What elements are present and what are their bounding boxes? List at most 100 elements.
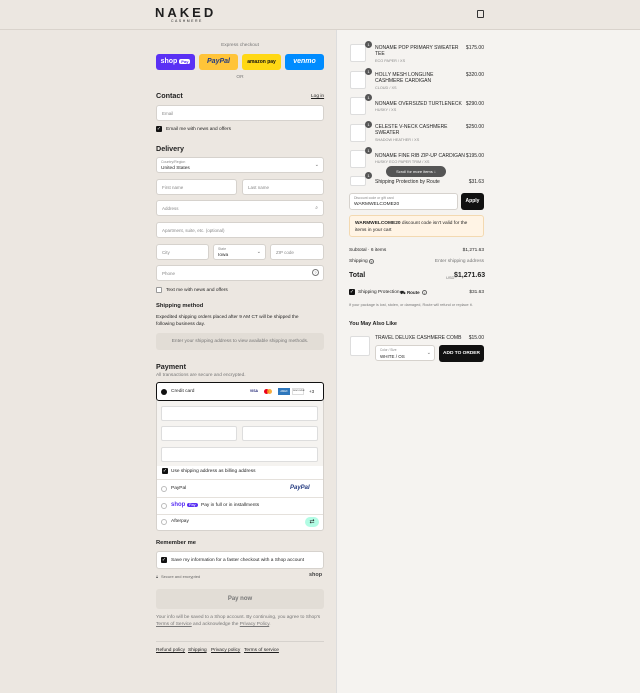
credit-card-radio[interactable]: [161, 389, 167, 395]
contact-title: Contact: [156, 91, 183, 100]
info-icon[interactable]: i: [422, 290, 427, 295]
apartment-placeholder: Apartment, suite, etc. (optional): [162, 228, 225, 233]
mastercard-yellow-circle: [267, 389, 272, 394]
apartment-field[interactable]: Apartment, suite, etc. (optional): [156, 222, 324, 238]
visa-icon: VISA: [248, 388, 260, 395]
search-icon: ⌕: [315, 205, 318, 211]
pay-now-button[interactable]: Pay now: [156, 589, 324, 609]
product-variant: CLOUD / XS: [375, 86, 397, 90]
remember-title: Remember me: [156, 540, 196, 546]
address-field[interactable]: Address ⌕: [156, 200, 324, 216]
newsletter-checkbox[interactable]: ✓: [156, 126, 162, 132]
secure-label: Secure and encrypted: [161, 574, 201, 579]
paypal-logo: PayPal: [290, 485, 310, 491]
shoppay-radio[interactable]: [161, 503, 167, 509]
sms-checkbox[interactable]: [156, 287, 162, 293]
upsell-variant-select[interactable]: Color / Size WHITE / OS ⌄: [375, 345, 435, 361]
shoppay-badge: Pay: [187, 503, 198, 507]
shipping-value: Enter shipping address: [434, 259, 484, 264]
bag-icon[interactable]: [477, 10, 484, 18]
help-icon[interactable]: ?: [369, 259, 374, 264]
shop-pay-button[interactable]: shop Pay: [156, 54, 195, 70]
discount-error-code: WARMWELCOME20: [355, 221, 401, 226]
email-field[interactable]: Email: [156, 105, 324, 121]
payment-title: Payment: [156, 362, 186, 371]
paypal-label: PayPal: [171, 486, 187, 491]
qty-badge: 1: [365, 41, 372, 48]
route-price: $31.63: [469, 290, 484, 295]
qty-badge: 1: [365, 94, 372, 101]
divider: [157, 497, 323, 498]
footer-link-shipping[interactable]: Shipping: [188, 648, 207, 653]
product-thumb: [350, 71, 366, 89]
state-label: State: [218, 247, 227, 251]
remember-checkbox[interactable]: ✓: [161, 557, 167, 563]
help-icon[interactable]: ?: [312, 269, 319, 276]
shoppay-label: Pay in full or in installments: [201, 503, 260, 508]
legal-text: Your info will be saved to a Shop accoun…: [156, 614, 324, 628]
footer-link-privacy[interactable]: Privacy policy: [211, 648, 240, 653]
email-placeholder: Email: [162, 111, 174, 116]
discount-value: WARMWELCOME20: [354, 202, 400, 207]
phone-field[interactable]: Phone?: [156, 265, 324, 281]
shipping-label: Shipping: [349, 259, 368, 264]
legal-text-after: .: [269, 622, 271, 627]
billing-checkbox[interactable]: ✓: [162, 468, 168, 474]
city-field[interactable]: City: [156, 244, 209, 260]
route-note: If your package is lost, stolen, or dama…: [349, 303, 473, 307]
country-value: United States: [161, 166, 190, 171]
discover-icon: DISCOVER: [292, 388, 304, 395]
first-name-field[interactable]: First name: [156, 179, 237, 195]
discount-field[interactable]: Discount code or gift card WARMWELCOME20: [349, 193, 458, 210]
state-select[interactable]: State Iowa ⌄: [213, 244, 266, 260]
footer-link-refund[interactable]: Refund policy: [156, 648, 185, 653]
brand-logo[interactable]: NAKED: [155, 5, 216, 20]
paypal-radio[interactable]: [161, 486, 167, 492]
sms-label: Text me with news and offers: [166, 288, 228, 293]
discount-label: Discount code or gift card: [354, 196, 394, 200]
shop-logo: shop: [309, 572, 323, 578]
route-checkbox[interactable]: ✓: [349, 289, 355, 295]
qty-badge: 1: [365, 121, 372, 128]
subtotal-value: $1,271.63: [462, 248, 484, 253]
shop-pay-badge: Pay: [179, 59, 191, 64]
city-placeholder: City: [162, 250, 170, 255]
upsell-title: You May Also Like: [349, 321, 397, 327]
upsell-thumb: [350, 336, 370, 356]
afterpay-radio[interactable]: [161, 519, 167, 525]
product-variant: HUSKY / XS: [375, 108, 397, 112]
name-on-card-field[interactable]: [161, 447, 318, 462]
afterpay-label: Afterpay: [171, 519, 189, 524]
add-to-order-button[interactable]: ADD TO ORDER: [439, 345, 484, 362]
security-code-field[interactable]: [242, 426, 318, 441]
credit-card-label: Credit card: [171, 389, 195, 394]
venmo-button[interactable]: venmo: [285, 54, 324, 70]
zip-placeholder: ZIP code: [276, 250, 294, 255]
country-label: Country/Region: [161, 160, 186, 164]
shipping-placeholder: Enter your shipping address to view avai…: [156, 333, 324, 350]
apply-button[interactable]: Apply: [461, 193, 484, 210]
footer-link-terms[interactable]: Terms of service: [244, 648, 279, 653]
product-variant: SHADOW HEATHER / XS: [375, 138, 420, 142]
expiration-field[interactable]: [161, 426, 237, 441]
lock-icon: 🔒︎: [156, 574, 159, 579]
amex-icon: AMEX: [278, 388, 290, 395]
zip-field[interactable]: ZIP code: [270, 244, 324, 260]
scroll-hint[interactable]: Scroll for more items ↓: [386, 166, 446, 177]
phone-placeholder: Phone: [162, 271, 176, 276]
card-number-field[interactable]: [161, 406, 318, 421]
scroll-hint-label: Scroll for more items: [396, 169, 433, 174]
subtotal-label: Subtotal · 6 items: [349, 248, 387, 253]
product-price: $195.00: [465, 153, 484, 159]
country-select[interactable]: Country/Region United States ⌄: [156, 157, 324, 173]
login-link[interactable]: Log in: [311, 94, 324, 99]
billing-label: Use shipping address as billing address: [171, 469, 256, 474]
terms-link[interactable]: Terms of Service: [156, 622, 192, 627]
amazon-pay-button[interactable]: amazon pay: [242, 54, 281, 70]
paypal-button[interactable]: PayPal: [199, 54, 238, 70]
upsell-variant-label: Color / Size: [380, 348, 397, 352]
or-divider: OR: [236, 75, 244, 80]
last-name-field[interactable]: Last name: [242, 179, 324, 195]
privacy-link[interactable]: Privacy Policy: [240, 622, 270, 627]
product-price: $290.00: [465, 101, 484, 107]
